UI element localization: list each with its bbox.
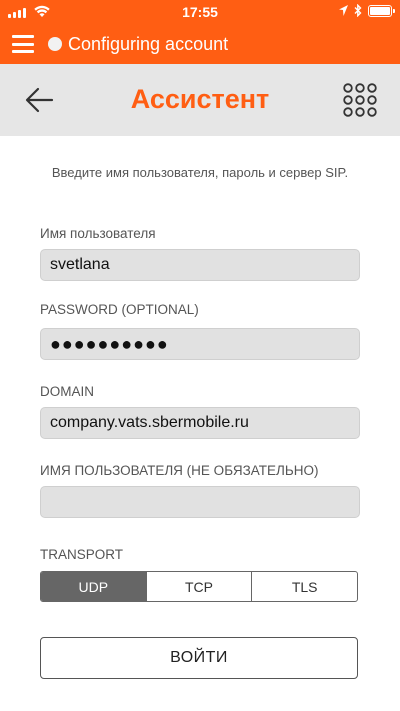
username-field[interactable]: svetlana [40, 249, 360, 281]
transport-option-tcp[interactable]: TCP [147, 572, 253, 601]
username-label: Имя пользователя [40, 226, 156, 241]
status-dot-icon [48, 37, 62, 51]
app-bar: Configuring account [0, 24, 400, 64]
password-field[interactable]: ●●●●●●●●●● [40, 328, 360, 360]
battery-icon [368, 4, 395, 17]
transport-label: TRANSPORT [40, 547, 124, 562]
dialpad-button[interactable] [340, 80, 380, 120]
page-header: Ассистент [0, 64, 400, 136]
auth-username-label: ИМЯ ПОЛЬЗОВАТЕЛЯ (НЕ ОБЯЗАТЕЛЬНО) [40, 463, 319, 478]
domain-field[interactable]: company.vats.sbermobile.ru [40, 407, 360, 439]
domain-label: DOMAIN [40, 384, 94, 399]
transport-option-udp[interactable]: UDP [41, 572, 147, 601]
status-bar: 17:55 [0, 0, 400, 24]
password-label: PASSWORD (OPTIONAL) [40, 302, 199, 317]
bluetooth-icon [354, 4, 362, 17]
transport-option-tls[interactable]: TLS [252, 572, 357, 601]
dialpad-icon [343, 83, 377, 117]
transport-selector: UDP TCP TLS [40, 571, 358, 602]
auth-username-field[interactable] [40, 486, 360, 518]
instructions-text: Введите имя пользователя, пароль и серве… [51, 165, 349, 180]
app-bar-title: Configuring account [68, 34, 229, 54]
menu-icon[interactable] [12, 33, 34, 55]
login-button[interactable]: ВОЙТИ [40, 637, 358, 679]
location-icon [339, 5, 348, 16]
